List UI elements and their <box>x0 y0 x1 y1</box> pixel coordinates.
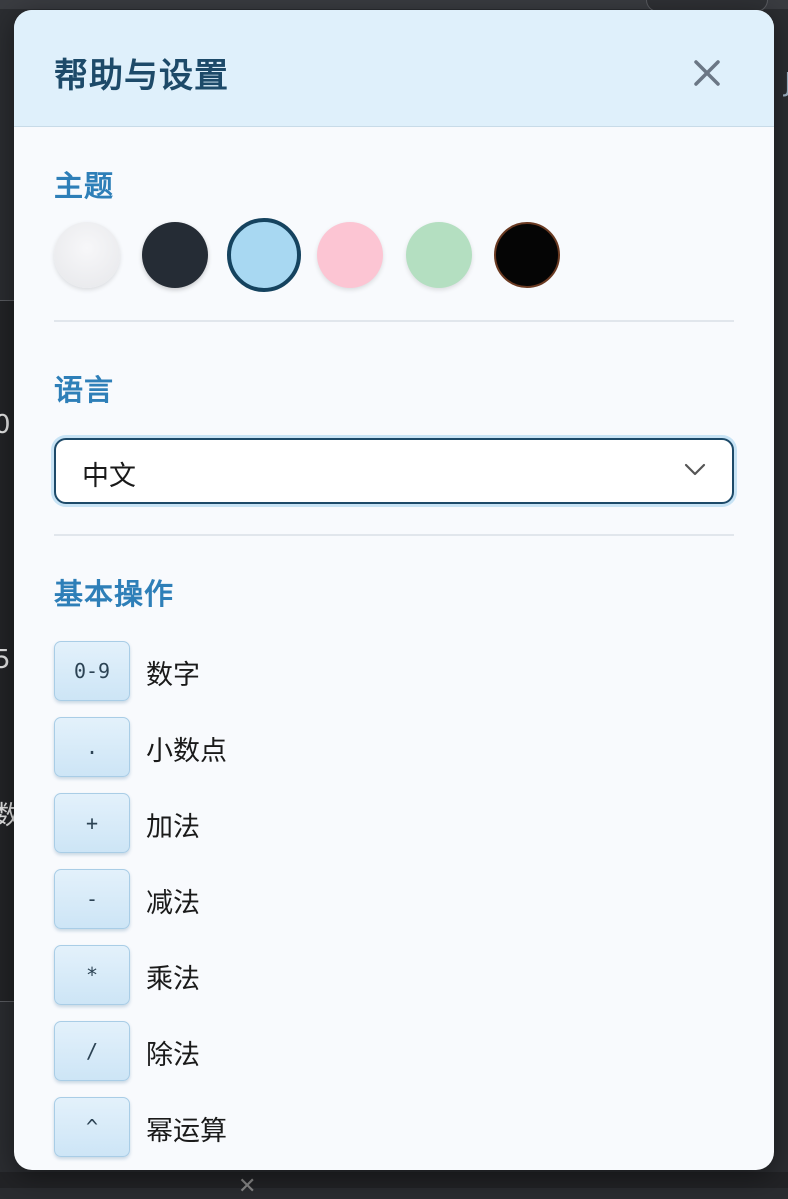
backdrop-close-icon: ✕ <box>238 1176 256 1198</box>
key-badge: - <box>54 869 130 929</box>
operation-row: ^ 幂运算 <box>54 1097 734 1157</box>
theme-swatch-blue-selected[interactable] <box>227 218 301 292</box>
modal-title: 帮助与设置 <box>54 48 229 97</box>
operation-label: 数字 <box>146 653 200 692</box>
theme-swatch-light[interactable] <box>54 222 120 288</box>
language-section-title: 语言 <box>54 367 114 409</box>
operation-label: 乘法 <box>146 957 200 996</box>
operation-label: 小数点 <box>146 729 227 768</box>
backdrop-left-char: 5 <box>0 645 11 675</box>
operations-section-title: 基本操作 <box>54 571 174 613</box>
theme-swatch-green[interactable] <box>406 222 472 288</box>
operation-label: 除法 <box>146 1033 200 1072</box>
section-divider <box>54 534 734 536</box>
key-badge: . <box>54 717 130 777</box>
theme-section-title: 主题 <box>54 163 114 205</box>
key-badge: 0-9 <box>54 641 130 701</box>
backdrop-right-char: J <box>784 68 788 98</box>
section-divider <box>54 320 734 322</box>
operation-row: * 乘法 <box>54 945 734 1005</box>
modal-header: 帮助与设置 <box>14 10 774 127</box>
key-badge: / <box>54 1021 130 1081</box>
close-button[interactable] <box>690 56 724 90</box>
operation-row: - 减法 <box>54 869 734 929</box>
close-icon <box>690 56 724 90</box>
backdrop-bottom-bar <box>0 1172 788 1188</box>
key-badge: * <box>54 945 130 1005</box>
operation-row: . 小数点 <box>54 717 734 777</box>
backdrop-left-char: 0 <box>0 410 11 440</box>
operation-row: / 除法 <box>54 1021 734 1081</box>
operation-label: 加法 <box>146 805 200 844</box>
key-badge: ^ <box>54 1097 130 1157</box>
operation-row: + 加法 <box>54 793 734 853</box>
theme-swatch-pink[interactable] <box>317 222 383 288</box>
theme-swatches <box>54 222 734 294</box>
operation-label: 幂运算 <box>146 1109 227 1148</box>
language-select[interactable]: 中文 <box>54 438 734 504</box>
operation-label: 减法 <box>146 881 200 920</box>
key-badge: + <box>54 793 130 853</box>
chevron-down-icon <box>684 462 706 481</box>
settings-modal: 帮助与设置 主题 语言 中文 <box>14 10 774 1170</box>
language-select-value: 中文 <box>82 454 136 493</box>
operation-row: 0-9 数字 <box>54 641 734 701</box>
theme-swatch-black[interactable] <box>494 222 560 288</box>
theme-swatch-dark[interactable] <box>142 222 208 288</box>
